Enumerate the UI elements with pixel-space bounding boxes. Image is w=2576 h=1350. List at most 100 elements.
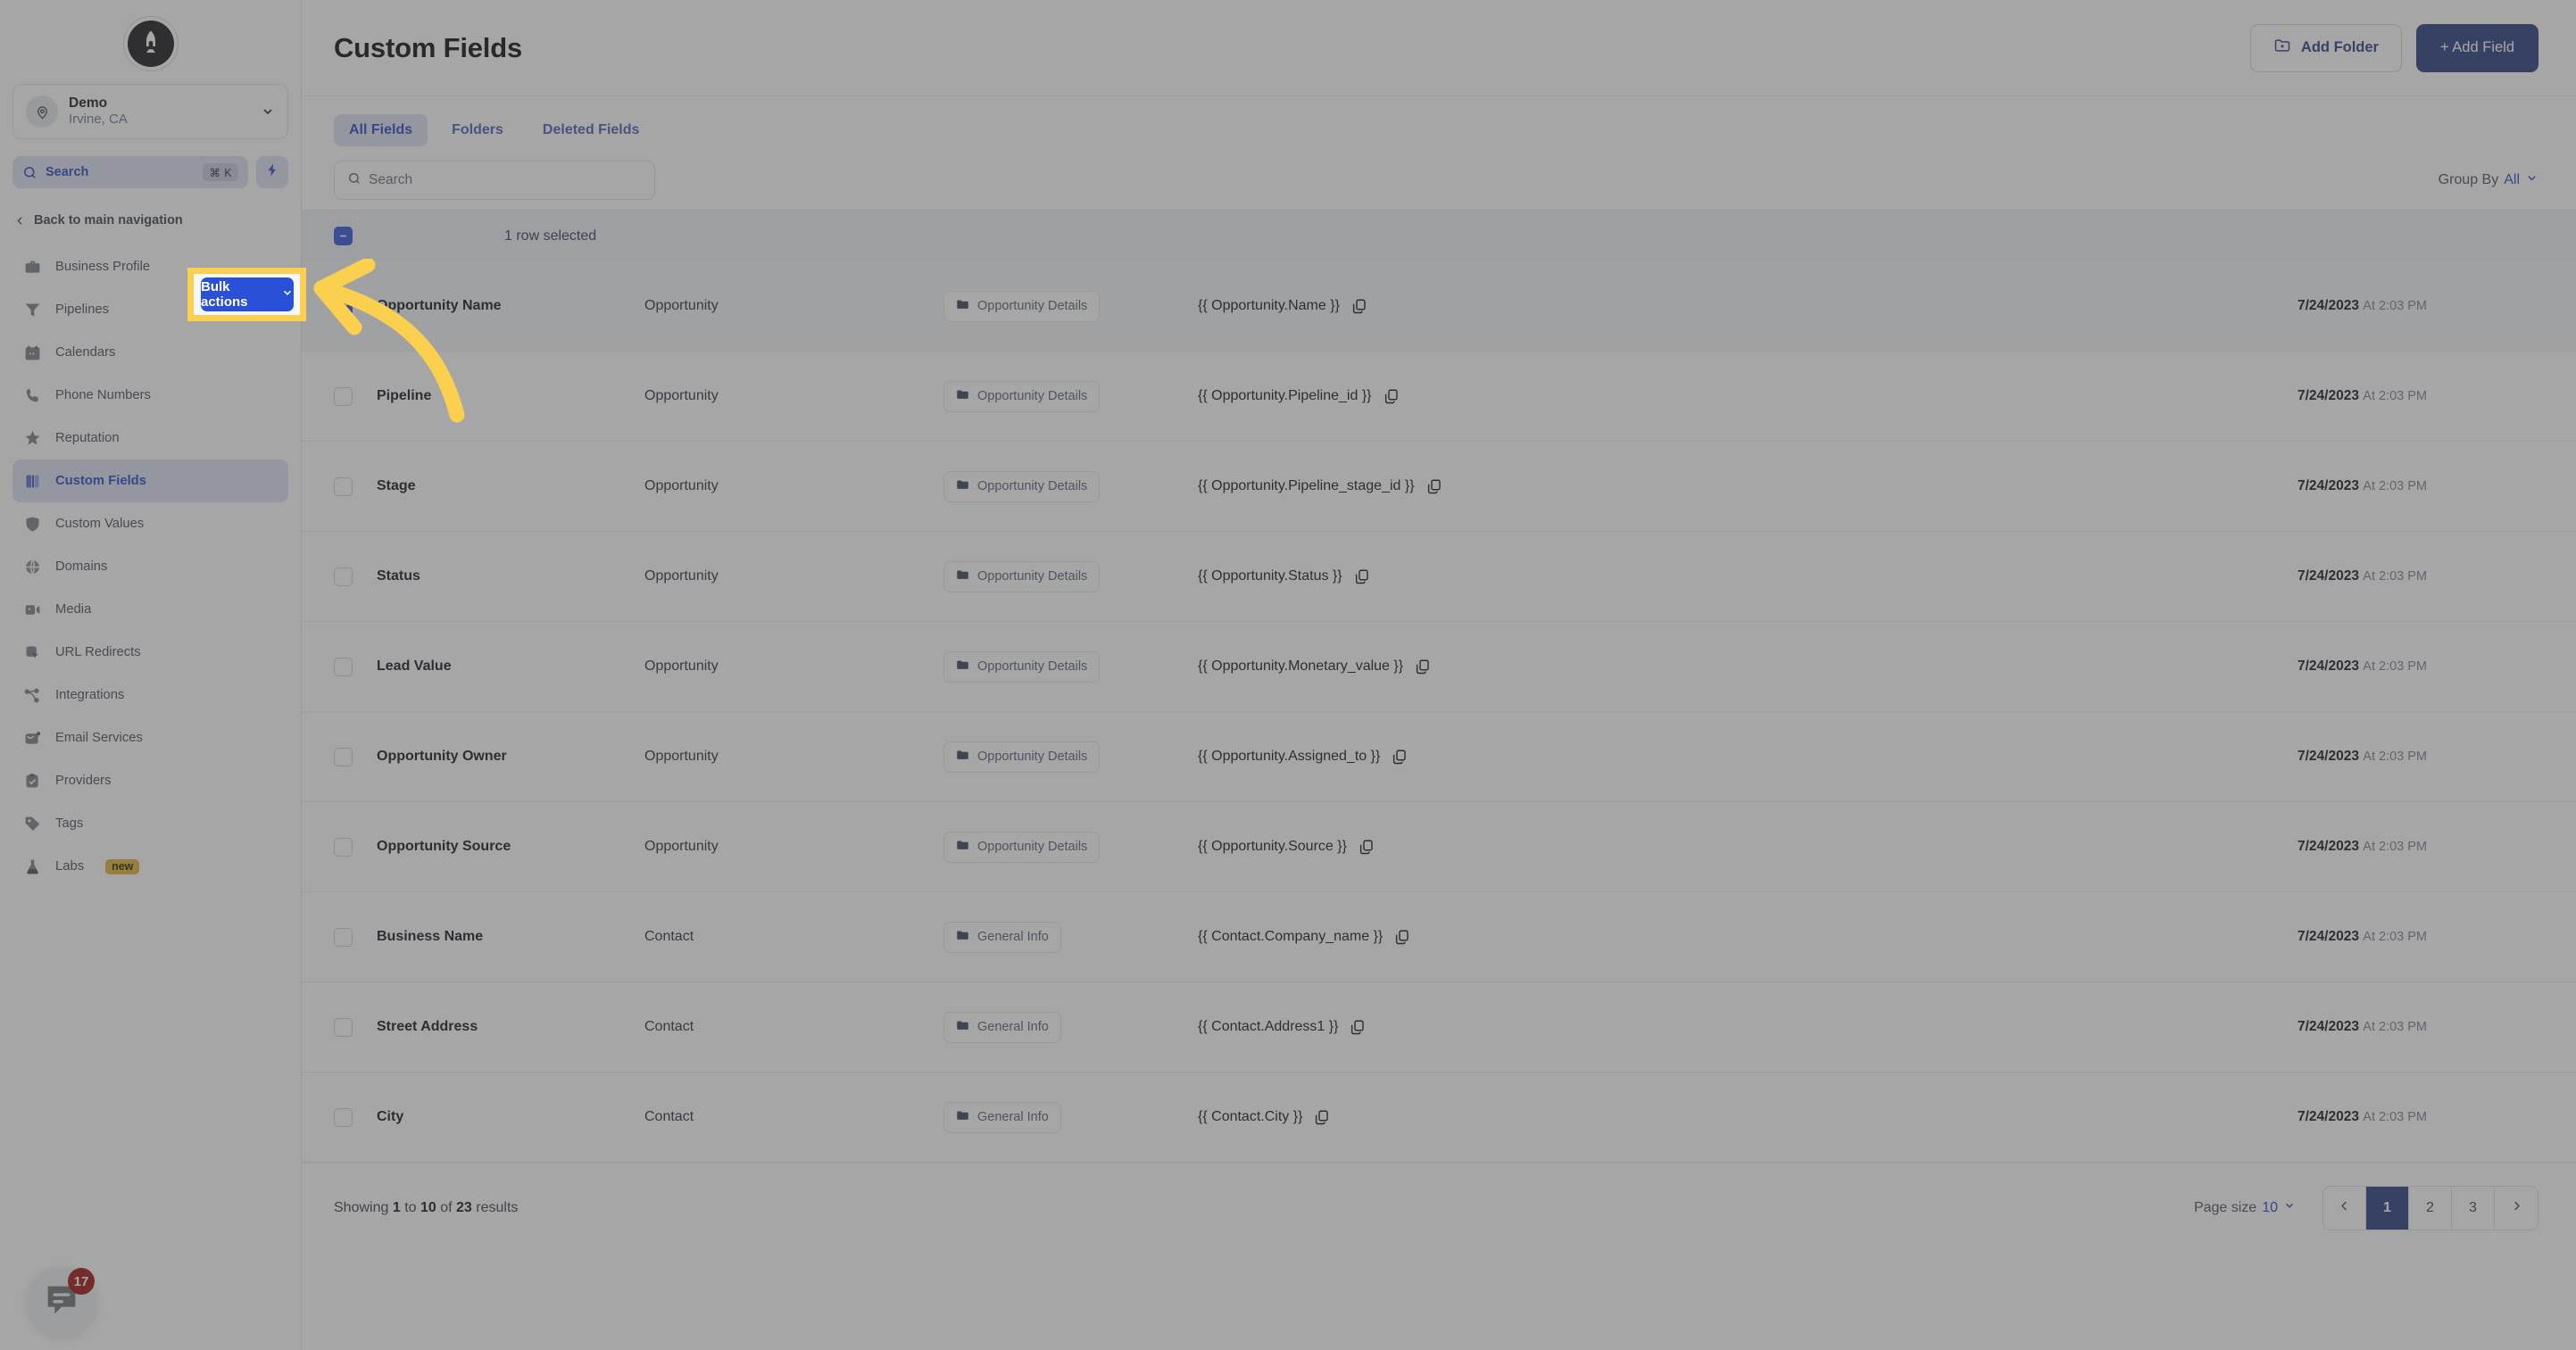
updated-time: At 2:03 PM: [2363, 1020, 2428, 1034]
copy-icon[interactable]: [1426, 478, 1442, 494]
sidebar-item-custom-values[interactable]: Custom Values: [12, 502, 288, 545]
page-size-control[interactable]: Page size 10: [2194, 1199, 2296, 1216]
table-row[interactable]: Pipeline Opportunity Opportunity Details…: [302, 352, 2576, 442]
table-row[interactable]: Opportunity Name Opportunity Opportunity…: [302, 261, 2576, 352]
sidebar-item-label: Media: [55, 602, 92, 617]
table-row[interactable]: City Contact General Info {{ Contact.Cit…: [302, 1073, 2576, 1163]
folder-chip[interactable]: Opportunity Details: [943, 290, 1101, 322]
folder-chip[interactable]: Opportunity Details: [943, 380, 1101, 412]
table-row[interactable]: Business Name Contact General Info {{ Co…: [302, 892, 2576, 982]
folder-chip[interactable]: General Info: [943, 1011, 1061, 1043]
columns-icon: [23, 472, 42, 491]
table-row[interactable]: Lead Value Opportunity Opportunity Detai…: [302, 622, 2576, 712]
showing-to: 10: [420, 1199, 436, 1215]
row-checkbox[interactable]: [334, 476, 353, 496]
sidebar-item-label: Domains: [55, 559, 108, 574]
field-name: Business Name: [377, 929, 484, 944]
sidebar-item-media[interactable]: Media: [12, 588, 288, 631]
sidebar-search[interactable]: Search ⌘ K: [12, 156, 248, 188]
field-object: Opportunity: [644, 749, 719, 764]
pagination-next[interactable]: [2495, 1186, 2538, 1230]
table-row[interactable]: Opportunity Source Opportunity Opportuni…: [302, 802, 2576, 892]
merge-field-value: {{ Opportunity.Pipeline_id }}: [1198, 388, 1372, 403]
pagination-prev[interactable]: [2323, 1186, 2366, 1230]
row-checkbox[interactable]: [334, 747, 353, 766]
tag-icon: [23, 815, 42, 833]
row-checkbox[interactable]: [334, 927, 353, 947]
search-input[interactable]: [369, 172, 642, 188]
add-folder-button[interactable]: Add Folder: [2249, 23, 2402, 72]
folder-chip[interactable]: Opportunity Details: [943, 560, 1101, 592]
sidebar-item-labs[interactable]: Labs new: [12, 845, 288, 888]
sidebar-item-integrations[interactable]: Integrations: [12, 674, 288, 716]
row-checkbox[interactable]: [334, 837, 353, 857]
location-pin-icon: [26, 95, 58, 128]
tab-deleted-fields[interactable]: Deleted Fields: [528, 114, 654, 146]
add-field-button[interactable]: + Add Field: [2415, 23, 2539, 72]
table-row[interactable]: Opportunity Owner Opportunity Opportunit…: [302, 712, 2576, 802]
pagination-page-1[interactable]: 1: [2366, 1186, 2409, 1230]
folder-chip[interactable]: Opportunity Details: [943, 741, 1101, 773]
merge-field-value: {{ Opportunity.Pipeline_stage_id }}: [1198, 478, 1415, 493]
chevron-down-icon[interactable]: [261, 104, 275, 119]
sidebar-item-phone-numbers[interactable]: Phone Numbers: [12, 374, 288, 417]
folder-icon: [956, 388, 969, 405]
sidebar-item-calendars[interactable]: Calendars: [12, 331, 288, 374]
calendar-icon: [23, 344, 42, 362]
copy-icon[interactable]: [1314, 1109, 1330, 1125]
sidebar-item-domains[interactable]: Domains: [12, 545, 288, 588]
tab-all-fields[interactable]: All Fields: [334, 114, 428, 146]
table-row[interactable]: Street Address Contact General Info {{ C…: [302, 982, 2576, 1073]
back-to-main-navigation[interactable]: Back to main navigation: [14, 208, 288, 233]
folder-chip[interactable]: Opportunity Details: [943, 831, 1101, 863]
sidebar-item-tags[interactable]: Tags: [12, 802, 288, 845]
showing-prefix: Showing: [334, 1199, 389, 1215]
showing-of: of: [440, 1199, 453, 1215]
sidebar-item-email-services[interactable]: Email Services: [12, 716, 288, 759]
copy-icon[interactable]: [1359, 839, 1375, 855]
showing-total: 23: [456, 1199, 472, 1215]
sidebar-item-url-redirects[interactable]: URL Redirects: [12, 631, 288, 674]
quick-actions-button[interactable]: [256, 156, 288, 188]
location-switcher[interactable]: Demo Irvine, CA: [12, 84, 288, 139]
copy-icon[interactable]: [1384, 388, 1400, 404]
updated-time: At 2:03 PM: [2363, 840, 2428, 854]
table-row[interactable]: Stage Opportunity Opportunity Details {{…: [302, 442, 2576, 532]
sidebar-item-custom-fields[interactable]: Custom Fields: [12, 460, 288, 502]
bulk-action-bar: 1 row selected: [302, 210, 2576, 261]
row-checkbox[interactable]: [334, 567, 353, 586]
copy-icon[interactable]: [1415, 658, 1431, 675]
folder-icon: [956, 929, 969, 946]
search-input-wrap[interactable]: [334, 161, 655, 200]
flask-icon: [23, 857, 42, 876]
bulk-actions-button[interactable]: Bulk actions: [201, 277, 294, 311]
folder-chip[interactable]: General Info: [943, 921, 1061, 953]
brand-logo[interactable]: [0, 0, 301, 71]
row-checkbox[interactable]: [334, 657, 353, 676]
folder-chip[interactable]: Opportunity Details: [943, 470, 1101, 502]
copy-icon[interactable]: [1392, 749, 1408, 765]
copy-icon[interactable]: [1350, 1019, 1366, 1035]
row-checkbox[interactable]: [334, 1017, 353, 1037]
select-all-checkbox[interactable]: [334, 227, 353, 245]
folder-chip[interactable]: General Info: [943, 1101, 1061, 1133]
pagination-page-3[interactable]: 3: [2452, 1186, 2495, 1230]
folder-name: Opportunity Details: [977, 479, 1088, 493]
chat-widget-button[interactable]: 17: [27, 1267, 96, 1337]
sidebar-item-reputation[interactable]: Reputation: [12, 417, 288, 460]
table-row[interactable]: Status Opportunity Opportunity Details {…: [302, 532, 2576, 622]
page-title: Custom Fields: [334, 31, 522, 63]
sidebar-item-providers[interactable]: Providers: [12, 759, 288, 802]
tab-bar: All Fields Folders Deleted Fields: [302, 96, 2576, 146]
group-by-control[interactable]: Group By All: [2439, 171, 2539, 189]
sidebar-item-label: Providers: [55, 774, 112, 788]
copy-icon[interactable]: [1394, 929, 1410, 945]
copy-icon[interactable]: [1351, 298, 1367, 314]
field-name: Status: [377, 568, 420, 584]
pagination-page-2[interactable]: 2: [2409, 1186, 2452, 1230]
folder-chip[interactable]: Opportunity Details: [943, 650, 1101, 683]
tab-folders[interactable]: Folders: [436, 114, 519, 146]
row-checkbox[interactable]: [334, 1107, 353, 1127]
copy-icon[interactable]: [1354, 568, 1370, 584]
search-icon: [347, 171, 361, 190]
